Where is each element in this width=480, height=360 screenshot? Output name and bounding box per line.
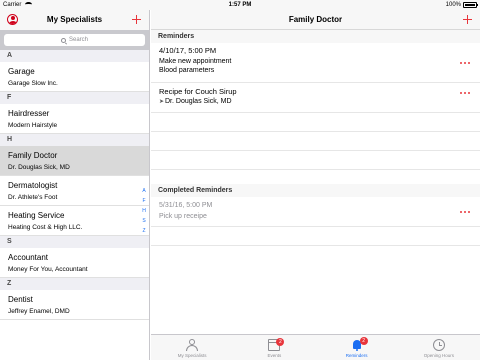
tab-reminders[interactable]: 2 Reminders xyxy=(316,335,398,360)
clock-icon xyxy=(432,339,445,351)
tab-label: My Specialists xyxy=(177,353,207,358)
tab-my-specialists[interactable]: My Specialists xyxy=(151,335,233,360)
search-bar: Search xyxy=(0,30,149,50)
empty-row xyxy=(151,132,480,151)
events-badge: 2 xyxy=(276,338,285,346)
specialist-row[interactable]: Dentist Jeffrey Enamel, DMD xyxy=(0,290,149,320)
specialist-row[interactable]: Dermatologist Dr. Athlete's Foot xyxy=(0,176,149,206)
index-letter-f[interactable]: F xyxy=(140,198,148,204)
battery-fill xyxy=(465,4,475,6)
sidebar: My Specialists Search A Garage Garage Sl… xyxy=(0,10,150,360)
index-letter-h[interactable]: H xyxy=(140,208,148,214)
calendar-icon: 2 xyxy=(268,338,285,351)
tab-label: Reminders xyxy=(345,353,368,358)
completed-reminder-row[interactable]: 5/31/16, 5:00 PM Pick up receipe xyxy=(151,197,480,227)
specialist-subtitle: Money For You, Accountant xyxy=(8,266,88,273)
completed-date: 5/31/16, 5:00 PM xyxy=(159,202,213,209)
detail-panel: Family Doctor Reminders 4/10/17, 5:00 PM… xyxy=(151,10,480,360)
battery-icon xyxy=(463,2,478,8)
empty-row xyxy=(151,113,480,132)
specialist-title: Garage xyxy=(8,67,35,76)
reminder-title: Recipe for Couch Sirup xyxy=(159,87,237,96)
specialist-subtitle: Garage Slow Inc. xyxy=(8,80,58,87)
status-battery: 100% xyxy=(445,0,478,10)
sidebar-header: My Specialists xyxy=(0,10,149,30)
more-options-icon[interactable] xyxy=(460,92,470,94)
add-reminder-icon[interactable] xyxy=(463,15,472,24)
more-options-icon[interactable] xyxy=(460,211,470,213)
search-icon xyxy=(60,37,66,43)
tab-opening-hours[interactable]: Opening Hours xyxy=(398,335,480,360)
status-bar: 1:57 PM Carrier 100% xyxy=(0,0,480,10)
specialist-title: Accountant xyxy=(8,253,49,262)
reminder-date: 4/10/17, 5:00 PM xyxy=(159,46,217,55)
specialist-row[interactable]: Garage Garage Slow Inc. xyxy=(0,62,149,92)
specialist-title: Family Doctor xyxy=(8,151,58,160)
empty-row xyxy=(151,151,480,170)
reminder-row[interactable]: Recipe for Couch Sirup ➤Dr. Douglas Sick… xyxy=(151,83,480,113)
specialist-title: Dermatologist xyxy=(8,181,58,190)
reminders-section-header: Reminders xyxy=(151,30,480,43)
reminder-note: Blood parameters xyxy=(159,67,215,74)
specialist-subtitle: Jeffrey Enamel, DMD xyxy=(8,308,70,315)
completed-section-header: Completed Reminders xyxy=(151,184,480,197)
bell-icon: 2 xyxy=(351,337,368,351)
section-header-f: F xyxy=(0,92,149,104)
reminders-badge: 2 xyxy=(359,337,368,345)
reminder-title: Make new appointment xyxy=(159,58,232,65)
tab-label: Events xyxy=(267,353,282,358)
specialist-row-selected[interactable]: Family Doctor Dr. Douglas Sick, MD xyxy=(0,146,149,176)
specialist-subtitle: Heating Cost & High LLC. xyxy=(8,224,83,231)
wifi-icon xyxy=(25,1,33,7)
battery-percent: 100% xyxy=(445,2,461,8)
specialist-row[interactable]: Accountant Money For You, Accountant xyxy=(0,248,149,278)
section-header-z: Z xyxy=(0,278,149,290)
section-index[interactable]: A F H S Z xyxy=(140,188,148,234)
tab-events[interactable]: 2 Events xyxy=(233,335,315,360)
specialist-row[interactable]: Heating Service Heating Cost & High LLC. xyxy=(0,206,149,236)
specialist-title: Dentist xyxy=(8,295,33,304)
sidebar-title: My Specialists xyxy=(46,15,103,24)
specialist-subtitle: Dr. Douglas Sick, MD xyxy=(8,164,70,171)
search-placeholder: Search xyxy=(68,37,88,43)
search-input[interactable]: Search xyxy=(4,34,145,46)
specialist-title: Hairdresser xyxy=(8,109,50,118)
specialist-row[interactable]: Hairdresser Modern Hairstyle xyxy=(0,104,149,134)
add-specialist-icon[interactable] xyxy=(132,15,141,24)
detail-title: Family Doctor xyxy=(288,15,343,24)
completed-title: Pick up receipe xyxy=(159,213,207,220)
tab-bar: My Specialists 2 Events 2 Reminders Open… xyxy=(151,334,480,360)
index-letter-z[interactable]: Z xyxy=(140,228,148,234)
carrier-label: Carrier xyxy=(3,2,22,8)
specialist-subtitle: Dr. Athlete's Foot xyxy=(8,194,58,201)
detail-header: Family Doctor xyxy=(151,10,480,30)
section-header-a: A xyxy=(0,50,149,62)
status-time: 1:57 PM xyxy=(228,2,252,8)
index-letter-a[interactable]: A xyxy=(140,188,148,194)
empty-row xyxy=(151,227,480,246)
reminder-row[interactable]: 4/10/17, 5:00 PM Make new appointment Bl… xyxy=(151,43,480,83)
empty-row xyxy=(151,170,480,184)
status-carrier: Carrier xyxy=(3,0,33,10)
section-header-h: H xyxy=(0,134,149,146)
index-letter-s[interactable]: S xyxy=(140,218,148,224)
section-header-s: S xyxy=(0,236,149,248)
more-options-icon[interactable] xyxy=(460,62,470,64)
specialist-subtitle: Modern Hairstyle xyxy=(8,122,58,129)
specialist-title: Heating Service xyxy=(8,211,65,220)
reminder-contact: Dr. Douglas Sick, MD xyxy=(165,98,232,105)
person-icon xyxy=(186,339,199,351)
tab-label: Opening Hours xyxy=(423,353,455,358)
